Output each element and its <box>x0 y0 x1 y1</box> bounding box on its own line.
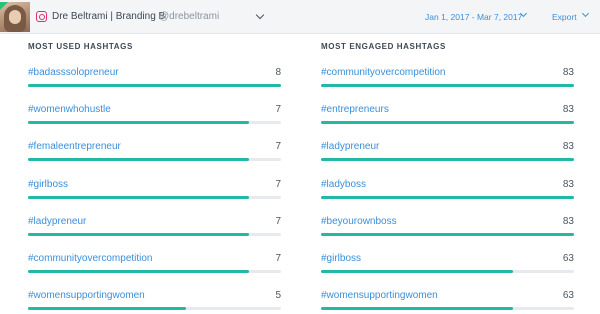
hashtag-link[interactable]: #ladyboss <box>321 179 366 190</box>
hashtag-link[interactable]: #femaleentrepreneur <box>28 141 121 152</box>
hashtag-row: #girlboss 7 <box>28 179 281 205</box>
hashtag-bar-track <box>28 84 281 87</box>
hashtag-bar-track <box>321 121 574 125</box>
hashtag-count: 7 <box>275 253 281 264</box>
export-button[interactable]: Export <box>552 12 577 22</box>
hashtag-bar-fill <box>28 84 281 87</box>
hashtag-bar-track <box>321 195 574 199</box>
hashtag-count: 7 <box>275 178 281 190</box>
hashtag-count: 8 <box>275 67 281 78</box>
hashtag-bar-fill <box>321 270 513 273</box>
hashtag-row: #femaleentrepreneur 7 <box>28 141 281 167</box>
avatar-face <box>9 10 21 24</box>
hashtag-bar-fill <box>28 270 249 273</box>
hashtag-row: #beyourownboss 83 <box>321 216 574 242</box>
hashtag-row: #communityovercompetition 83 <box>321 67 574 93</box>
top-bar: Dre Beltrami | Branding B @drebeltrami J… <box>0 0 600 34</box>
hashtag-link[interactable]: #entrepreneurs <box>321 104 389 115</box>
hashtag-bar-track <box>321 84 574 87</box>
hashtag-bar-track <box>28 270 281 273</box>
hashtag-count: 83 <box>562 215 574 227</box>
hashtag-count: 83 <box>562 104 574 116</box>
hashtag-link[interactable]: #womenwhohustle <box>28 104 111 115</box>
hashtag-link[interactable]: #ladypreneur <box>321 141 379 152</box>
hashtag-bar-fill <box>28 121 249 125</box>
hashtag-bar-track <box>28 195 281 199</box>
hashtag-bar-fill <box>321 84 574 87</box>
hashtag-bar-fill <box>321 158 574 162</box>
date-range-picker[interactable]: Jan 1, 2017 - Mar 7, 2017 <box>425 12 522 22</box>
hashtag-link[interactable]: #beyourownboss <box>321 216 397 227</box>
hashtag-link[interactable]: #communityovercompetition <box>321 67 446 78</box>
hashtag-count: 7 <box>275 141 281 153</box>
instagram-icon <box>36 11 47 22</box>
hashtag-link[interactable]: #womensupportingwomen <box>321 290 438 301</box>
hashtag-bar-fill <box>28 158 249 162</box>
hashtag-count: 83 <box>562 67 574 78</box>
hashtag-link[interactable]: #womensupportingwomen <box>28 290 145 301</box>
hashtag-bar-fill <box>321 232 574 236</box>
hashtag-count: 5 <box>275 290 281 302</box>
hashtag-bar-track <box>28 121 281 125</box>
hashtag-row: #womensupportingwomen 5 <box>28 290 281 314</box>
most-used-hashtags-title: MOST USED HASHTAGS <box>28 42 133 51</box>
hashtag-row: #ladypreneur 83 <box>321 141 574 167</box>
hashtag-bar-fill <box>321 307 513 311</box>
hashtag-link[interactable]: #girlboss <box>28 179 68 190</box>
hashtag-row: #ladyboss 83 <box>321 179 574 205</box>
hashtag-bar-fill <box>321 195 574 199</box>
hashtag-bar-fill <box>28 232 249 236</box>
hashtag-bar-track <box>28 158 281 162</box>
account-name[interactable]: Dre Beltrami | Branding B <box>52 11 165 22</box>
hashtag-row: #entrepreneurs 83 <box>321 104 574 130</box>
account-handle[interactable]: @drebeltrami <box>159 11 219 22</box>
status-badge <box>0 2 8 10</box>
export-chevron-down-icon[interactable] <box>581 9 590 18</box>
hashtag-bar-track <box>321 270 574 273</box>
hashtag-row: #ladypreneur 7 <box>28 216 281 242</box>
most-engaged-hashtags-title: MOST ENGAGED HASHTAGS <box>321 42 446 51</box>
hashtag-bar-fill <box>321 121 574 125</box>
hashtag-link[interactable]: #ladypreneur <box>28 216 86 227</box>
hashtag-count: 7 <box>275 215 281 227</box>
hashtag-bar-track <box>321 307 574 311</box>
hashtag-row: #communityovercompetition 7 <box>28 253 281 279</box>
hashtag-row: #womenwhohustle 7 <box>28 104 281 130</box>
hashtag-bar-track <box>28 232 281 236</box>
hashtag-bar-track <box>321 232 574 236</box>
hashtag-row: #badasssolopreneur 8 <box>28 67 281 93</box>
hashtag-link[interactable]: #girlboss <box>321 253 361 264</box>
hashtag-bar-fill <box>28 195 249 199</box>
hashtag-link[interactable]: #communityovercompetition <box>28 253 153 264</box>
hashtag-count: 63 <box>562 290 574 302</box>
account-chevron-down-icon[interactable] <box>255 10 265 20</box>
hashtag-count: 7 <box>275 104 281 116</box>
hashtag-bar-track <box>321 158 574 162</box>
hashtag-row: #girlboss 63 <box>321 253 574 279</box>
hashtag-bar-track <box>28 307 281 311</box>
hashtag-count: 83 <box>562 178 574 190</box>
hashtag-bar-fill <box>28 307 186 311</box>
hashtag-count: 63 <box>562 253 574 264</box>
hashtag-row: #womensupportingwomen 63 <box>321 290 574 314</box>
hashtag-link[interactable]: #badasssolopreneur <box>28 67 119 78</box>
avatar[interactable] <box>0 2 30 32</box>
hashtag-count: 83 <box>562 141 574 153</box>
